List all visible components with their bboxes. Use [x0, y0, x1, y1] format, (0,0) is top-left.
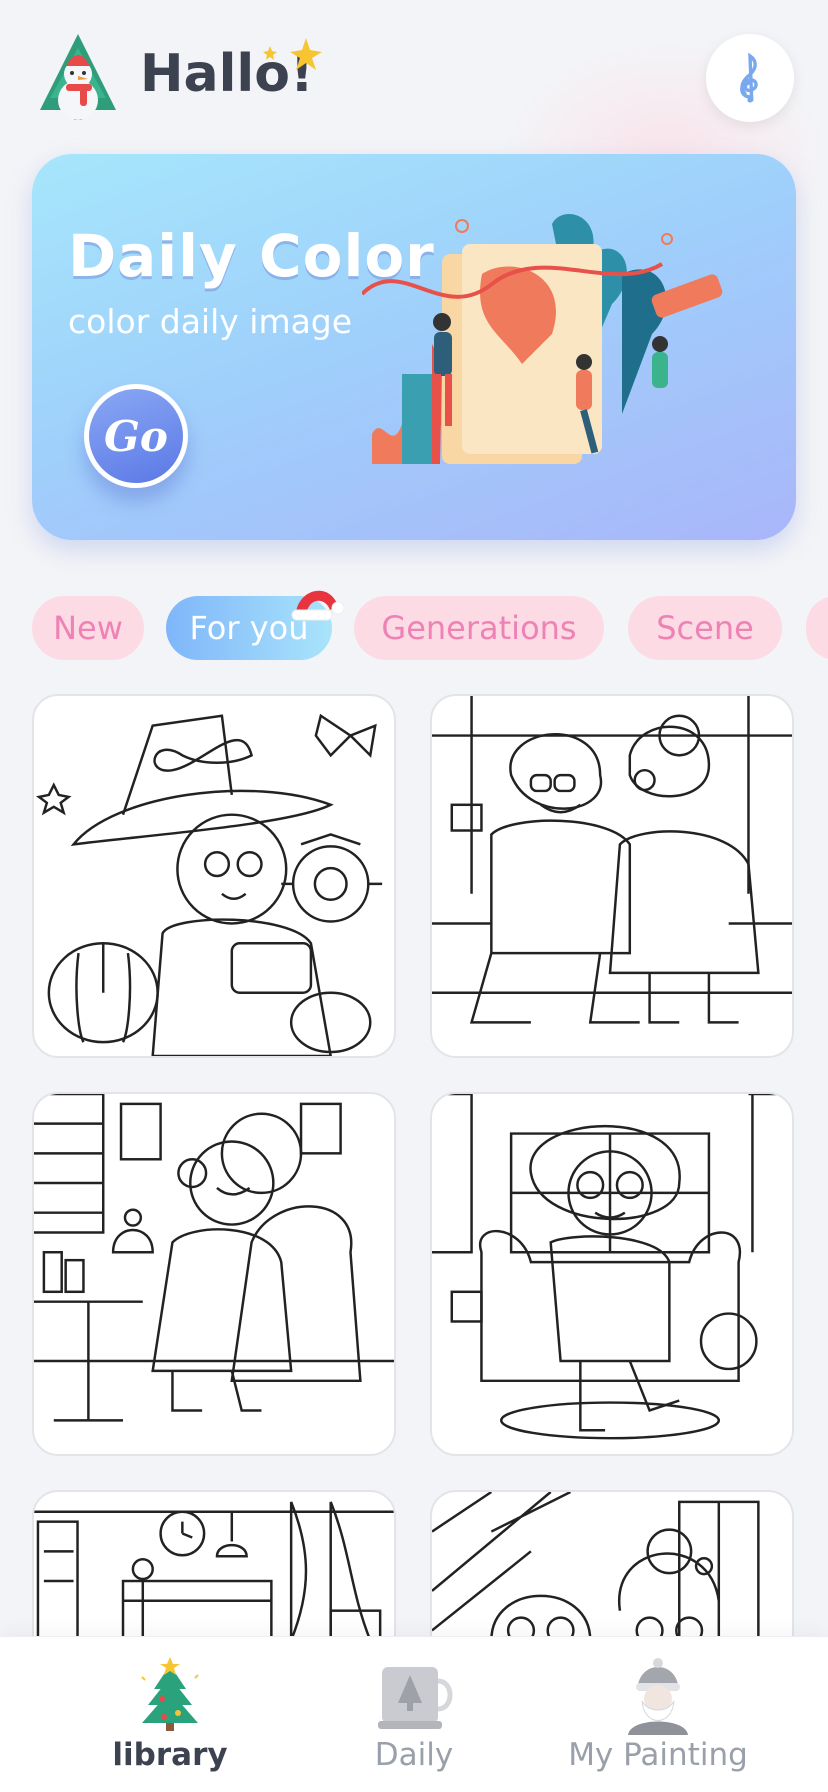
sparkle-stars-icon	[256, 36, 326, 76]
tab-scene[interactable]: Scene	[628, 596, 782, 660]
coloring-card[interactable]	[32, 1092, 396, 1456]
header: Hallo!	[0, 0, 828, 150]
daily-mug-icon	[378, 1667, 453, 1729]
treble-clef-icon	[740, 52, 758, 103]
grandma-witch-hat-sunflowers-image	[35, 713, 383, 1056]
music-button[interactable]	[706, 34, 794, 122]
coloring-card[interactable]	[430, 1092, 794, 1456]
nav-library[interactable]: library	[60, 1655, 280, 1775]
nav-daily[interactable]: Daily	[304, 1655, 524, 1775]
tab-generations[interactable]: Generations	[354, 596, 604, 660]
santa-icon	[628, 1658, 688, 1735]
nav-label-library: library	[112, 1737, 228, 1773]
nav-label-my-painting: My Painting	[568, 1737, 748, 1773]
santa-hat-icon	[290, 582, 346, 630]
category-tabs: New For you Generations Scene	[0, 596, 828, 666]
banner-subtitle: color daily image	[68, 302, 353, 341]
tab-more[interactable]	[806, 596, 828, 660]
nav-my-painting[interactable]: My Painting	[548, 1655, 768, 1775]
snowman-tree-logo	[30, 28, 126, 124]
nav-label-daily: Daily	[374, 1737, 454, 1773]
go-button[interactable]: Go	[84, 384, 188, 488]
elderly-couple-kiss-on-bench-image	[432, 696, 792, 1024]
coloring-card[interactable]	[32, 694, 396, 1058]
daily-color-banner[interactable]: Daily Color color daily image Go	[32, 154, 796, 540]
painting-illustration	[360, 214, 782, 514]
coloring-card[interactable]	[430, 694, 794, 1058]
tab-new[interactable]: New	[32, 596, 144, 660]
bottom-nav: library Daily My Painting	[0, 1636, 828, 1792]
grandma-glasses-sofa-image	[432, 1094, 792, 1440]
christmas-tree-icon	[141, 1657, 199, 1731]
grandma-cupcake-armchair-image	[34, 1094, 394, 1422]
